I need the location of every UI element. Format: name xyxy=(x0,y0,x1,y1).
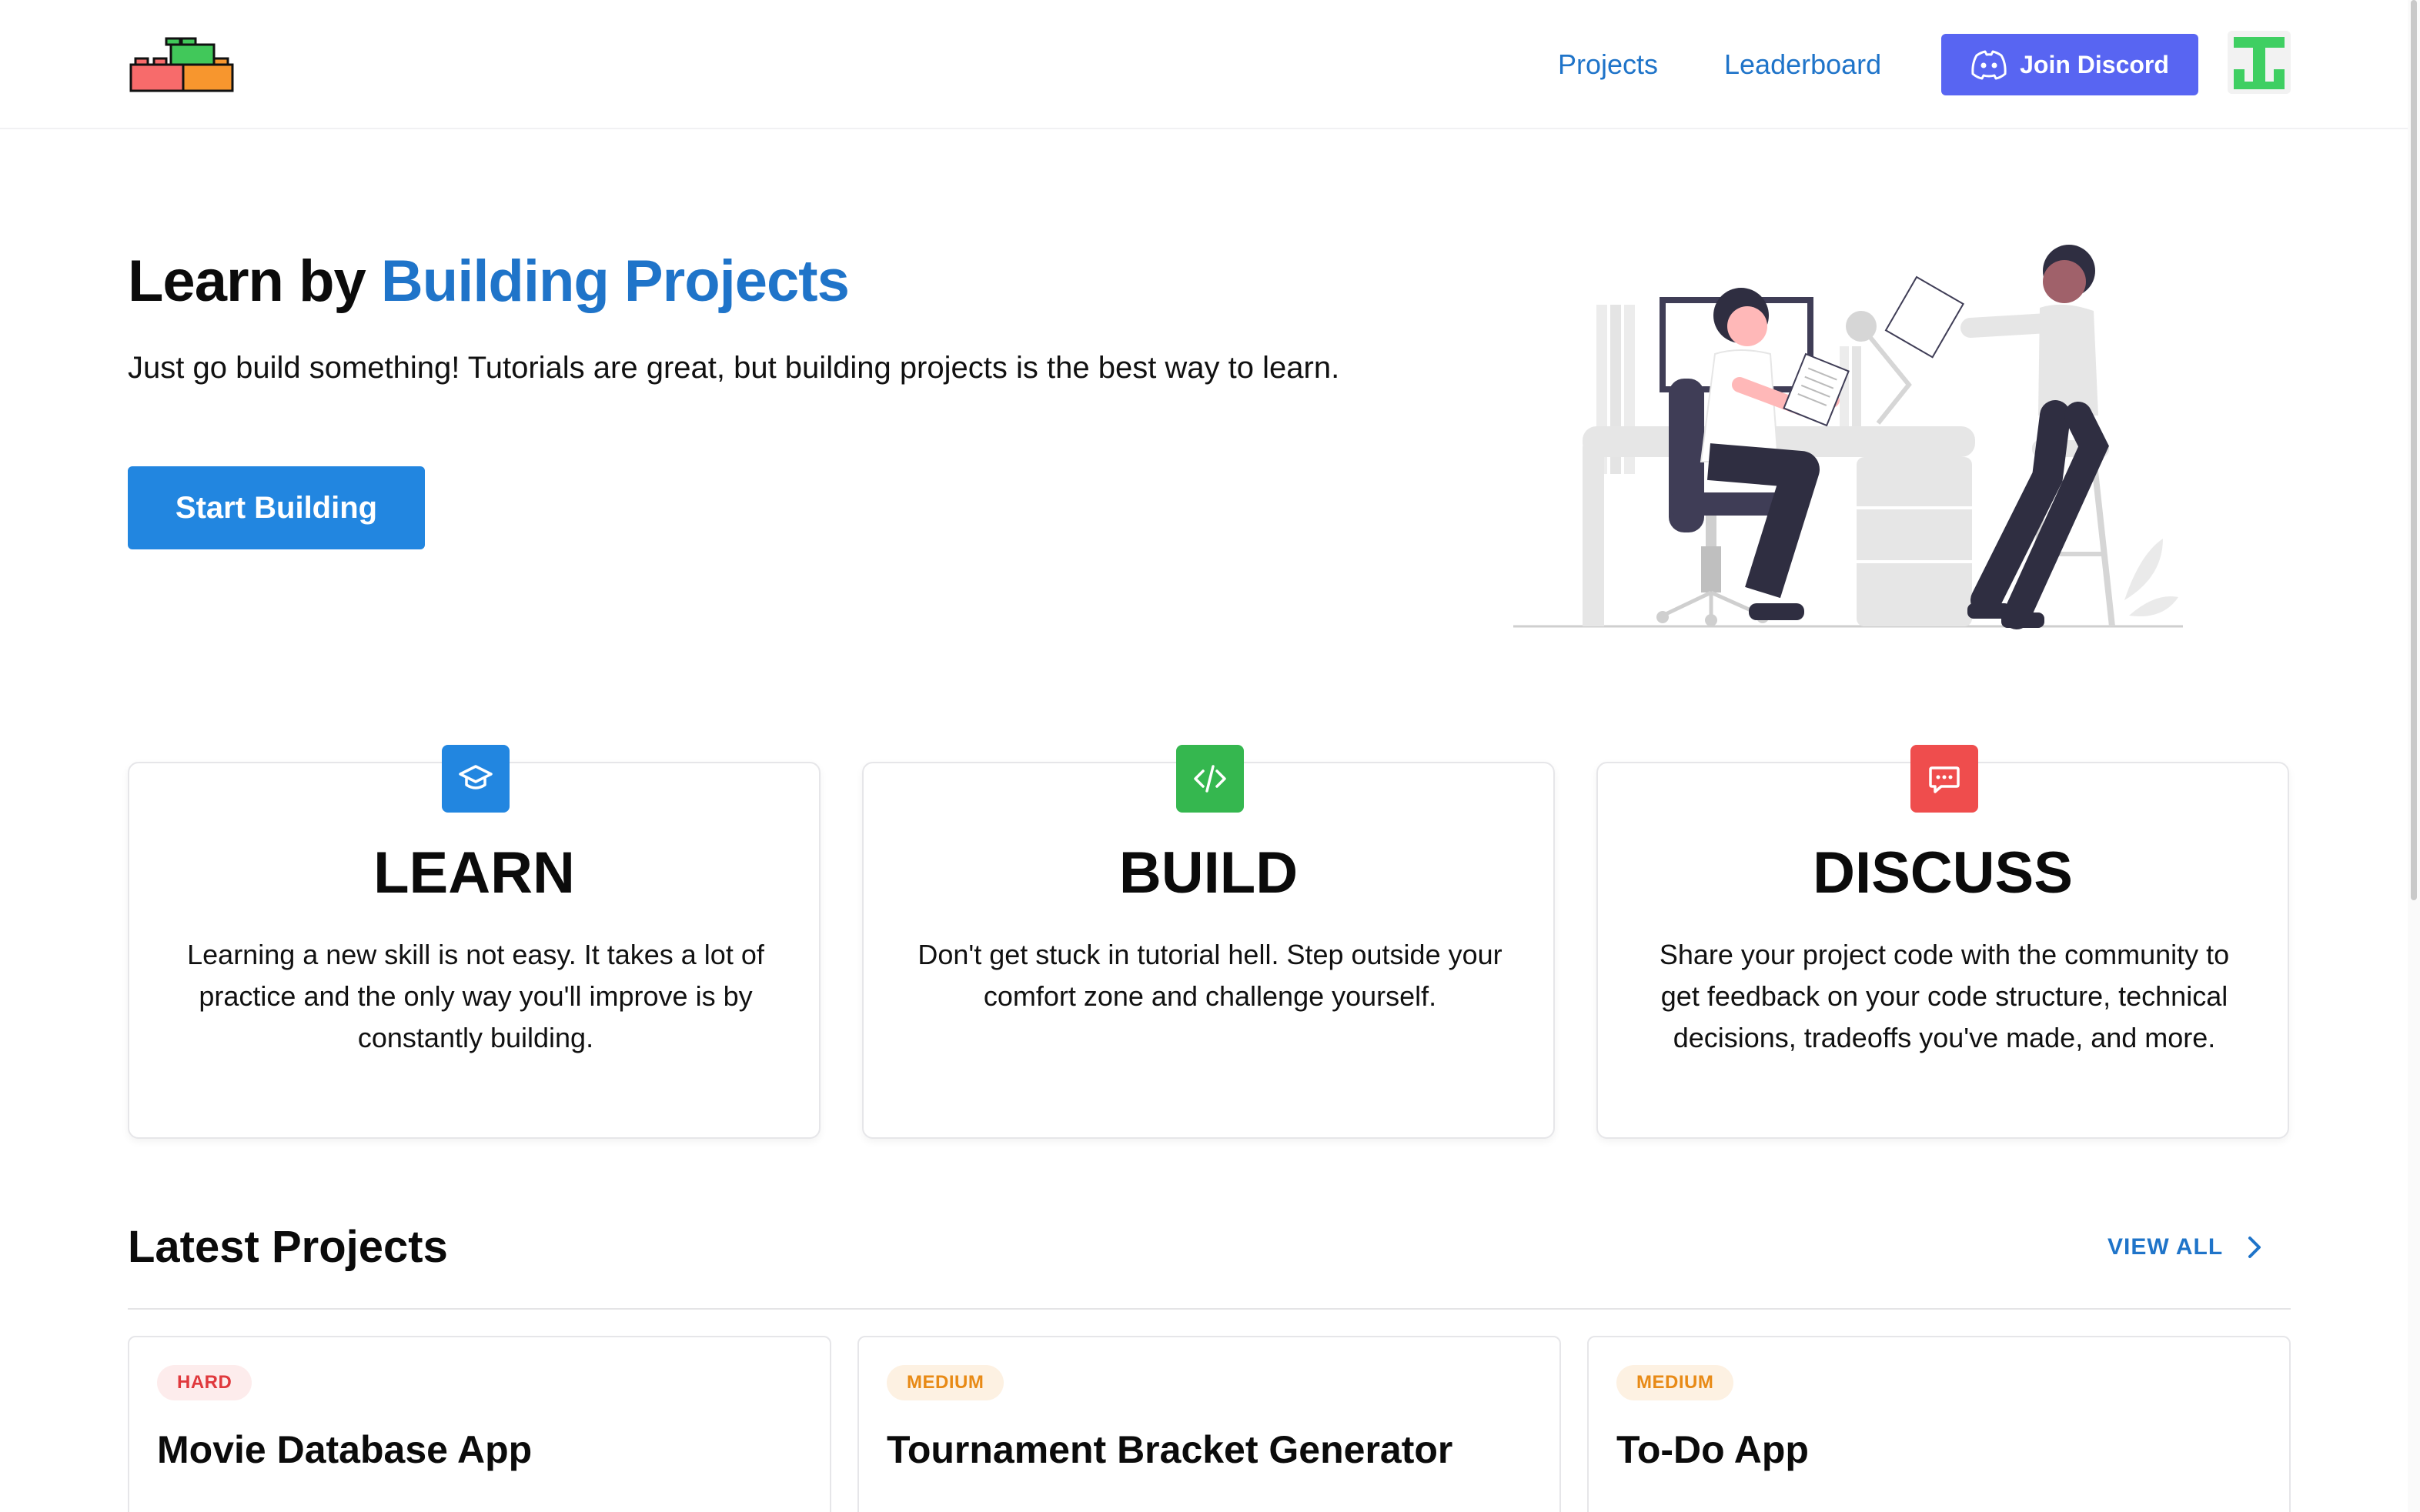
code-icon xyxy=(1176,745,1244,813)
project-title: Tournament Bracket Generator xyxy=(887,1428,1453,1471)
hero-title: Learn by Building Projects xyxy=(128,245,850,319)
view-all-link[interactable]: VIEW ALL xyxy=(2107,1234,2263,1260)
scrollbar-thumb[interactable] xyxy=(2411,0,2417,900)
feature-text: Learning a new skill is not easy. It tak… xyxy=(187,939,764,1053)
difficulty-badge: HARD xyxy=(157,1365,252,1400)
feature-title: DISCUSS xyxy=(1813,840,2073,906)
start-building-button[interactable]: Start Building xyxy=(128,466,425,549)
feature-title: LEARN xyxy=(373,840,575,906)
discord-icon xyxy=(1971,50,2007,80)
feature-card-build: BUILD Don't get stuck in tutorial hell. … xyxy=(862,745,1555,1139)
logo-bricks-icon[interactable] xyxy=(128,35,236,94)
section-divider xyxy=(128,1308,2291,1310)
project-card[interactable]: HARD Movie Database App xyxy=(128,1336,831,1512)
project-card[interactable]: MEDIUM Tournament Bracket Generator xyxy=(857,1336,1561,1512)
project-card[interactable]: MEDIUM To-Do App xyxy=(1587,1336,2291,1512)
identicon-icon xyxy=(2228,31,2291,94)
hero-title-accent: Building Projects xyxy=(380,249,850,314)
project-title: To-Do App xyxy=(1616,1428,1809,1471)
feature-card-discuss: DISCUSS Share your project code with the… xyxy=(1596,745,2289,1139)
difficulty-badge: MEDIUM xyxy=(1616,1365,1734,1400)
join-discord-label: Join Discord xyxy=(2020,50,2169,78)
feature-text: Share your project code with the communi… xyxy=(1659,939,2230,1053)
page: Projects Leaderboard Join Discord Learn … xyxy=(0,0,2420,1512)
latest-projects-title: Latest Projects xyxy=(128,1222,448,1272)
hero-subtitle: Just go build something! Tutorials are g… xyxy=(128,351,1340,385)
feature-card-learn: LEARN Learning a new skill is not easy. … xyxy=(128,745,821,1139)
chat-icon xyxy=(1910,745,1978,813)
feature-text: Don't get stuck in tutorial hell. Step o… xyxy=(918,939,1502,1012)
hero-title-plain: Learn by xyxy=(128,249,381,314)
chevron-right-icon xyxy=(2248,1237,2261,1258)
user-avatar[interactable] xyxy=(2228,31,2291,94)
graduation-cap-icon xyxy=(442,745,510,813)
nav-projects[interactable]: Projects xyxy=(1558,45,1658,85)
project-title: Movie Database App xyxy=(157,1428,533,1471)
hero-illustration xyxy=(1513,245,2183,629)
join-discord-button[interactable]: Join Discord xyxy=(1941,34,2198,95)
view-all-label: VIEW ALL xyxy=(2107,1234,2224,1260)
feature-title: BUILD xyxy=(1118,840,1299,906)
difficulty-badge: MEDIUM xyxy=(887,1365,1004,1400)
site-header: Projects Leaderboard Join Discord xyxy=(0,0,2420,129)
nav-leaderboard[interactable]: Leaderboard xyxy=(1724,45,1881,85)
